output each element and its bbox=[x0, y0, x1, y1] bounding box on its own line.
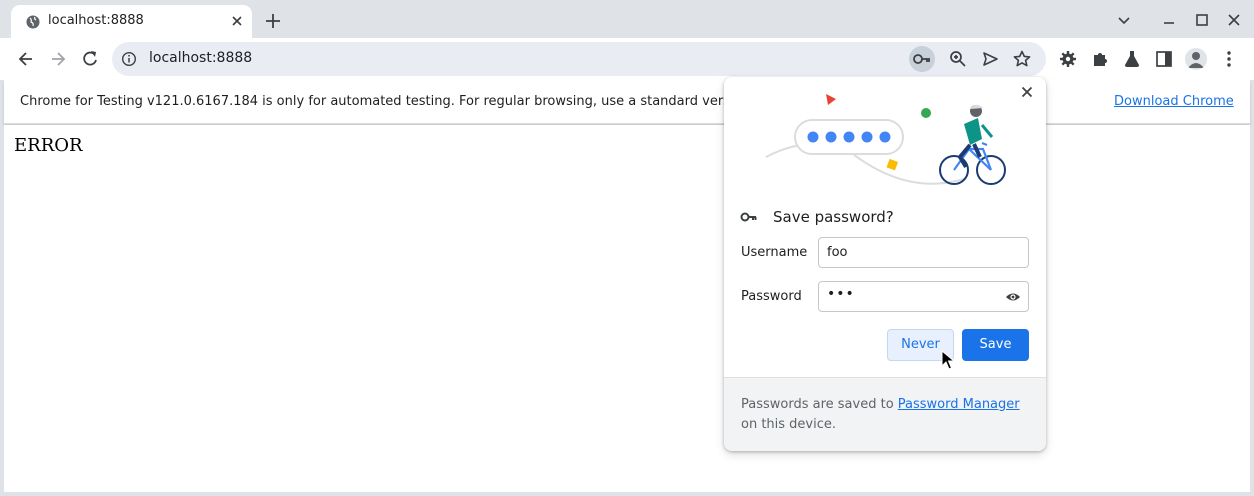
back-icon[interactable] bbox=[16, 49, 36, 69]
password-manager-link[interactable]: Password Manager bbox=[898, 397, 1020, 412]
address-bar[interactable]: localhost:8888 bbox=[112, 42, 1046, 76]
mouse-cursor-icon bbox=[941, 350, 955, 370]
password-field[interactable]: ••• bbox=[818, 281, 1029, 312]
username-field[interactable]: foo bbox=[818, 237, 1029, 268]
tab-strip: localhost:8888 bbox=[0, 0, 1254, 38]
page-error-text: ERROR bbox=[14, 135, 83, 156]
username-value: foo bbox=[827, 245, 848, 260]
site-info-icon[interactable] bbox=[121, 51, 137, 67]
maximize-icon[interactable] bbox=[1193, 11, 1211, 29]
close-icon[interactable] bbox=[1019, 84, 1035, 100]
profile-avatar-icon[interactable] bbox=[1185, 48, 1207, 70]
reload-icon[interactable] bbox=[80, 49, 100, 69]
footer-prefix: Passwords are saved to bbox=[741, 397, 898, 412]
flask-icon[interactable] bbox=[1122, 49, 1142, 69]
toolbar: localhost:8888 bbox=[0, 38, 1254, 80]
globe-icon bbox=[26, 15, 40, 29]
zoom-icon[interactable] bbox=[948, 49, 968, 69]
password-illustration bbox=[765, 94, 1006, 185]
person-icon bbox=[1188, 52, 1204, 68]
send-icon[interactable] bbox=[980, 49, 1000, 69]
download-chrome-link[interactable]: Download Chrome bbox=[1114, 94, 1234, 109]
bubble-footer: Passwords are saved to Password Manager … bbox=[724, 377, 1046, 451]
footer-text: Passwords are saved to Password Manager … bbox=[741, 395, 1031, 435]
tab-title: localhost:8888 bbox=[48, 13, 144, 28]
eye-icon[interactable] bbox=[1005, 290, 1021, 304]
save-button[interactable]: Save bbox=[962, 329, 1029, 361]
password-value: ••• bbox=[827, 286, 855, 302]
password-key-icon bbox=[913, 54, 930, 64]
tab-localhost[interactable]: localhost:8888 bbox=[11, 5, 252, 38]
password-key-chip[interactable] bbox=[909, 46, 935, 72]
save-password-bubble: Save password? Username foo Password •••… bbox=[724, 77, 1046, 451]
minimize-icon[interactable] bbox=[1160, 11, 1178, 29]
new-tab-icon[interactable] bbox=[263, 11, 283, 31]
username-label: Username bbox=[741, 245, 808, 260]
testing-infobar: Chrome for Testing v121.0.6167.184 is on… bbox=[4, 80, 1250, 124]
tab-close-icon[interactable] bbox=[229, 13, 245, 29]
url-text: localhost:8888 bbox=[149, 50, 253, 66]
footer-suffix: on this device. bbox=[741, 417, 837, 432]
key-icon bbox=[740, 212, 757, 222]
bookmark-star-icon[interactable] bbox=[1012, 49, 1032, 69]
password-label: Password bbox=[741, 289, 802, 304]
tab-search-chevron-icon[interactable] bbox=[1115, 11, 1133, 29]
menu-dots-icon[interactable] bbox=[1219, 49, 1239, 69]
bubble-title: Save password? bbox=[773, 208, 894, 226]
page-content: ERROR bbox=[4, 125, 1250, 492]
infobar-message: Chrome for Testing v121.0.6167.184 is on… bbox=[20, 94, 730, 109]
extensions-puzzle-icon[interactable] bbox=[1090, 49, 1110, 69]
side-panel-icon[interactable] bbox=[1154, 49, 1174, 69]
close-window-icon[interactable] bbox=[1225, 11, 1243, 29]
extension-gear-icon[interactable] bbox=[1058, 49, 1078, 69]
forward-icon[interactable] bbox=[48, 49, 68, 69]
